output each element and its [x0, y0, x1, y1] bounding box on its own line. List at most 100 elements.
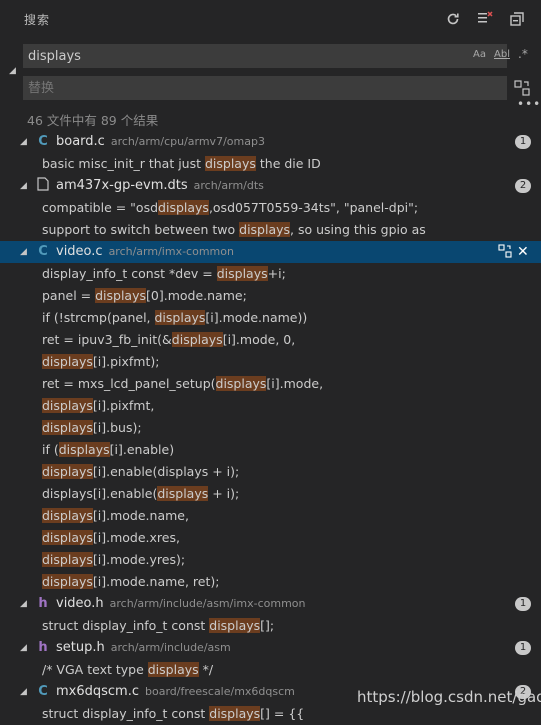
match-line[interactable]: displays[i].pixfmt,	[42, 395, 154, 417]
file-label: board.c arch/arm/cpu/armv7/omap3	[56, 131, 265, 153]
match-line[interactable]: support to switch between two displays, …	[42, 219, 426, 241]
file-name: am437x-gp-evm.dts	[56, 178, 188, 193]
match-row[interactable]: displays[i].mode.xres,	[0, 527, 541, 549]
expand-chevron-icon[interactable]: ◢	[20, 175, 27, 197]
match-line[interactable]: displays[i].enable(displays + i);	[42, 461, 239, 483]
match-line[interactable]: display_info_t const *dev = displays+i;	[42, 263, 286, 285]
regex-icon[interactable]: .*	[518, 47, 528, 61]
match-line[interactable]: displays[i].enable(displays + i);	[42, 483, 239, 505]
replace-file-icon[interactable]	[498, 241, 512, 263]
match-line[interactable]: struct display_info_t const displays[] =…	[42, 703, 304, 725]
match-highlight: displays	[95, 288, 147, 303]
match-highlight: displays	[42, 398, 93, 413]
match-text: basic misc_init_r that just	[42, 156, 205, 171]
match-text: [i].enable)	[109, 442, 175, 457]
match-row[interactable]: if (displays[i].enable)	[0, 439, 541, 461]
match-highlight: displays	[216, 266, 268, 281]
file-path: arch/arm/include/asm/imx-common	[109, 597, 306, 610]
match-line[interactable]: struct display_info_t const displays[];	[42, 615, 274, 637]
dismiss-file-icon[interactable]: ✕	[517, 241, 529, 263]
expand-chevron-icon[interactable]: ◢	[20, 593, 27, 615]
match-row[interactable]: struct display_info_t const displays[] =…	[0, 703, 541, 725]
match-line[interactable]: displays[i].mode.xres,	[42, 527, 180, 549]
match-row[interactable]: basic misc_init_r that just displays the…	[0, 153, 541, 175]
match-text: [i].enable(displays + i);	[92, 464, 240, 479]
match-text: [i].mode.yres);	[92, 552, 186, 567]
match-row[interactable]: displays[i].mode.name, ret);	[0, 571, 541, 593]
match-highlight: displays	[204, 156, 256, 171]
more-actions-icon[interactable]: •••	[517, 97, 541, 111]
match-row[interactable]: displays[i].mode.yres);	[0, 549, 541, 571]
file-row[interactable]: ◢ h setup.h arch/arm/include/asm 1	[0, 637, 541, 659]
match-text: struct display_info_t const	[42, 706, 210, 721]
match-line[interactable]: /* VGA text type displays */	[42, 659, 213, 681]
match-line[interactable]: displays[i].pixfmt);	[42, 351, 159, 373]
file-label: setup.h arch/arm/include/asm	[56, 637, 231, 659]
match-line[interactable]: compatible = "osddisplays,osd057T0559-34…	[42, 197, 418, 219]
match-text: [i].pixfmt);	[92, 354, 160, 369]
match-line[interactable]: ret = mxs_lcd_panel_setup(displays[i].mo…	[42, 373, 323, 395]
match-row[interactable]: ret = ipuv3_fb_init(&displays[i].mode, 0…	[0, 329, 541, 351]
match-line[interactable]: panel = displays[0].mode.name;	[42, 285, 247, 307]
match-line[interactable]: if (!strcmp(panel, displays[i].mode.name…	[42, 307, 307, 329]
file-row[interactable]: ◢ am437x-gp-evm.dts arch/arm/dts 2	[0, 175, 541, 197]
file-row[interactable]: ◢ Cvideo.c arch/arm/imx-common ✕	[0, 241, 541, 263]
match-highlight: displays	[239, 222, 291, 237]
expand-chevron-icon[interactable]: ◢	[20, 131, 27, 153]
match-text: support to switch between two	[42, 222, 240, 237]
expand-chevron-icon[interactable]: ◢	[20, 637, 27, 659]
whole-word-icon[interactable]: Abl	[494, 49, 510, 60]
match-row[interactable]: displays[i].bus);	[0, 417, 541, 439]
refresh-icon[interactable]	[443, 9, 463, 29]
match-text: [i].mode.name, ret);	[92, 574, 220, 589]
match-text: if (!strcmp(panel,	[42, 310, 155, 325]
match-line[interactable]: basic misc_init_r that just displays the…	[42, 153, 321, 175]
match-row[interactable]: compatible = "osddisplays,osd057T0559-34…	[0, 197, 541, 219]
h-file-icon: h	[38, 640, 48, 655]
match-highlight: displays	[42, 574, 93, 589]
match-line[interactable]: displays[i].mode.yres);	[42, 549, 185, 571]
match-case-icon[interactable]: Aa	[473, 49, 486, 60]
file-label: video.c arch/arm/imx-common	[56, 241, 234, 263]
match-row[interactable]: displays[i].pixfmt,	[0, 395, 541, 417]
match-highlight: displays	[158, 200, 209, 215]
file-row[interactable]: ◢ Cboard.c arch/arm/cpu/armv7/omap3 1	[0, 131, 541, 153]
match-text: display_info_t const *dev =	[42, 266, 217, 281]
match-highlight: displays	[171, 332, 223, 347]
match-row[interactable]: displays[i].enable(displays + i);	[0, 461, 541, 483]
match-row[interactable]: if (!strcmp(panel, displays[i].mode.name…	[0, 307, 541, 329]
match-text: [i].mode.xres,	[92, 530, 180, 545]
match-row[interactable]: display_info_t const *dev = displays+i;	[0, 263, 541, 285]
match-line[interactable]: displays[i].mode.name,	[42, 505, 189, 527]
clear-results-icon[interactable]	[475, 9, 495, 29]
match-row[interactable]: displays[i].mode.name,	[0, 505, 541, 527]
match-row[interactable]: ret = mxs_lcd_panel_setup(displays[i].mo…	[0, 373, 541, 395]
replace-input[interactable]	[28, 77, 448, 99]
expand-chevron-icon[interactable]: ◢	[20, 241, 27, 263]
file-label: am437x-gp-evm.dts arch/arm/dts	[56, 175, 264, 197]
match-row[interactable]: struct display_info_t const displays[];	[0, 615, 541, 637]
collapse-all-icon[interactable]	[507, 9, 527, 29]
match-row[interactable]: panel = displays[0].mode.name;	[0, 285, 541, 307]
expand-chevron-icon[interactable]: ◢	[20, 681, 27, 703]
match-text: [];	[260, 618, 275, 633]
match-highlight: displays	[42, 464, 93, 479]
match-text: displays[i].enable(	[42, 486, 158, 501]
match-row[interactable]: /* VGA text type displays */	[0, 659, 541, 681]
match-text: , so using this gpio as	[290, 222, 426, 237]
match-line[interactable]: if (displays[i].enable)	[42, 439, 174, 461]
generic-file-icon	[36, 175, 50, 197]
search-input[interactable]	[28, 45, 448, 67]
match-row[interactable]: support to switch between two displays, …	[0, 219, 541, 241]
toggle-replace-chevron-icon[interactable]: ◢	[9, 66, 16, 76]
match-row[interactable]: displays[i].pixfmt);	[0, 351, 541, 373]
file-row[interactable]: ◢ h video.h arch/arm/include/asm/imx-common…	[0, 593, 541, 615]
match-highlight: displays	[42, 552, 93, 567]
match-text: ret = mxs_lcd_panel_setup(	[42, 376, 216, 391]
match-line[interactable]: displays[i].mode.name, ret);	[42, 571, 219, 593]
file-name: setup.h	[56, 640, 105, 655]
match-line[interactable]: displays[i].bus);	[42, 417, 142, 439]
match-line[interactable]: ret = ipuv3_fb_init(&displays[i].mode, 0…	[42, 329, 295, 351]
match-row[interactable]: displays[i].enable(displays + i);	[0, 483, 541, 505]
file-name: video.c	[56, 244, 103, 259]
